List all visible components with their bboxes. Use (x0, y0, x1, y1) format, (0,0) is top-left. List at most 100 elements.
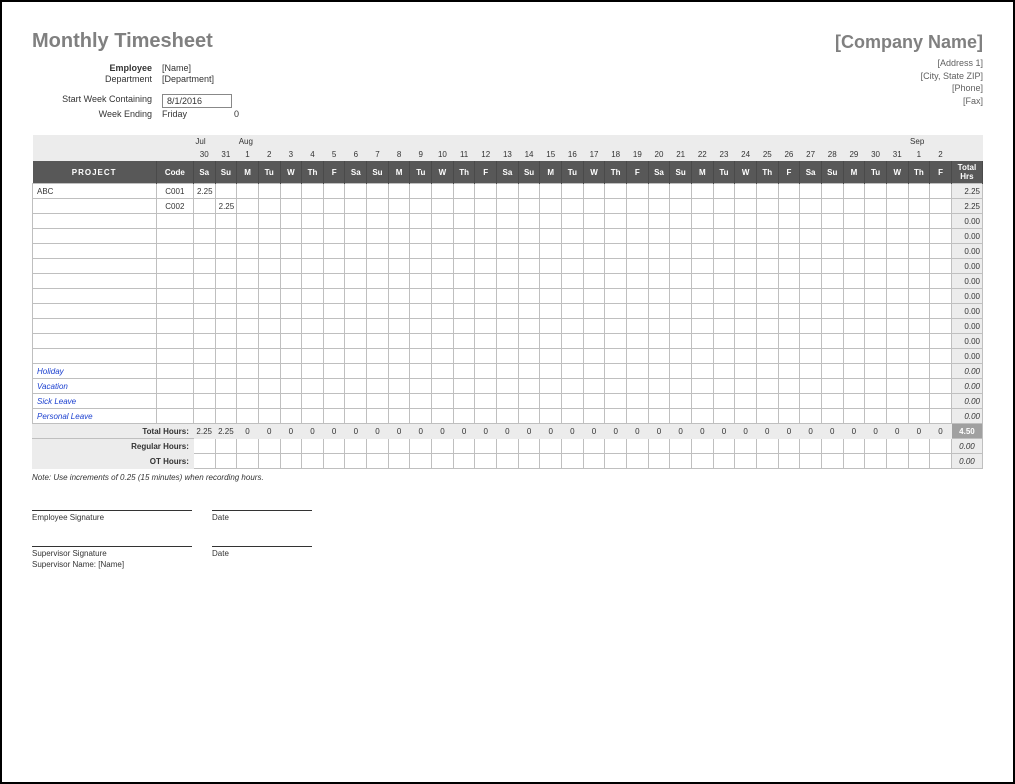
hours-cell[interactable] (930, 199, 952, 214)
start-week-input[interactable]: 8/1/2016 (162, 94, 232, 108)
hours-cell[interactable] (843, 184, 865, 199)
hours-cell[interactable] (518, 319, 540, 334)
hours-cell[interactable] (562, 199, 584, 214)
hours-cell[interactable] (345, 214, 367, 229)
hours-cell[interactable] (475, 214, 497, 229)
ot-hours-cell[interactable] (237, 454, 259, 469)
hours-cell[interactable] (691, 274, 713, 289)
hours-cell[interactable] (302, 199, 324, 214)
hours-cell[interactable] (497, 244, 519, 259)
hours-cell[interactable] (713, 319, 735, 334)
hours-cell[interactable] (735, 184, 757, 199)
hours-cell[interactable] (800, 214, 822, 229)
hours-cell[interactable] (410, 289, 432, 304)
hours-cell[interactable] (930, 214, 952, 229)
hours-cell[interactable] (302, 304, 324, 319)
hours-cell[interactable] (713, 244, 735, 259)
regular-hours-cell[interactable] (648, 439, 670, 454)
hours-cell[interactable] (627, 304, 649, 319)
leave-hours-cell[interactable] (280, 394, 302, 409)
hours-cell[interactable] (886, 229, 908, 244)
hours-cell[interactable] (258, 304, 280, 319)
hours-cell[interactable] (302, 334, 324, 349)
ot-hours-cell[interactable] (843, 454, 865, 469)
hours-cell[interactable] (323, 214, 345, 229)
leave-hours-cell[interactable] (865, 394, 887, 409)
ot-hours-cell[interactable] (756, 454, 778, 469)
hours-cell[interactable] (800, 184, 822, 199)
hours-cell[interactable] (258, 244, 280, 259)
hours-cell[interactable] (930, 184, 952, 199)
leave-hours-cell[interactable] (778, 409, 800, 424)
hours-cell[interactable] (930, 274, 952, 289)
leave-hours-cell[interactable] (475, 379, 497, 394)
hours-cell[interactable] (237, 214, 259, 229)
leave-hours-cell[interactable] (886, 379, 908, 394)
hours-cell[interactable] (648, 334, 670, 349)
leave-hours-cell[interactable] (735, 394, 757, 409)
hours-cell[interactable] (237, 319, 259, 334)
hours-cell[interactable] (453, 229, 475, 244)
leave-hours-cell[interactable] (410, 379, 432, 394)
leave-hours-cell[interactable] (670, 379, 692, 394)
leave-hours-cell[interactable] (648, 379, 670, 394)
hours-cell[interactable] (908, 184, 930, 199)
ot-hours-cell[interactable] (475, 454, 497, 469)
hours-cell[interactable] (886, 274, 908, 289)
hours-cell[interactable] (778, 319, 800, 334)
hours-cell[interactable] (302, 274, 324, 289)
regular-hours-cell[interactable] (821, 439, 843, 454)
leave-hours-cell[interactable] (800, 379, 822, 394)
hours-cell[interactable] (908, 229, 930, 244)
hours-cell[interactable] (367, 199, 389, 214)
leave-hours-cell[interactable] (540, 394, 562, 409)
leave-hours-cell[interactable] (843, 394, 865, 409)
hours-cell[interactable] (432, 244, 454, 259)
hours-cell[interactable] (302, 319, 324, 334)
hours-cell[interactable] (605, 259, 627, 274)
hours-cell[interactable] (475, 184, 497, 199)
leave-hours-cell[interactable] (432, 409, 454, 424)
hours-cell[interactable] (410, 184, 432, 199)
hours-cell[interactable] (388, 184, 410, 199)
leave-hours-cell[interactable] (497, 379, 519, 394)
hours-cell[interactable] (735, 274, 757, 289)
leave-hours-cell[interactable] (648, 364, 670, 379)
hours-cell[interactable] (475, 259, 497, 274)
hours-cell[interactable] (908, 274, 930, 289)
leave-hours-cell[interactable] (735, 379, 757, 394)
hours-cell[interactable] (453, 214, 475, 229)
hours-cell[interactable] (865, 304, 887, 319)
hours-cell[interactable] (930, 244, 952, 259)
regular-hours-cell[interactable] (345, 439, 367, 454)
hours-cell[interactable] (497, 304, 519, 319)
hours-cell[interactable] (323, 259, 345, 274)
hours-cell[interactable] (258, 319, 280, 334)
leave-hours-cell[interactable] (280, 364, 302, 379)
hours-cell[interactable] (475, 304, 497, 319)
code-cell[interactable] (156, 229, 193, 244)
leave-hours-cell[interactable] (735, 364, 757, 379)
regular-hours-cell[interactable] (627, 439, 649, 454)
hours-cell[interactable] (886, 289, 908, 304)
hours-cell[interactable] (800, 319, 822, 334)
hours-cell[interactable] (627, 259, 649, 274)
regular-hours-cell[interactable] (930, 439, 952, 454)
leave-hours-cell[interactable] (497, 364, 519, 379)
leave-hours-cell[interactable] (800, 394, 822, 409)
hours-cell[interactable] (691, 349, 713, 364)
leave-hours-cell[interactable] (410, 409, 432, 424)
hours-cell[interactable] (930, 229, 952, 244)
hours-cell[interactable] (280, 304, 302, 319)
leave-hours-cell[interactable] (237, 409, 259, 424)
regular-hours-cell[interactable] (388, 439, 410, 454)
hours-cell[interactable] (345, 304, 367, 319)
project-cell[interactable] (33, 334, 157, 349)
hours-cell[interactable] (432, 184, 454, 199)
hours-cell[interactable] (237, 289, 259, 304)
hours-cell[interactable] (388, 259, 410, 274)
leave-hours-cell[interactable] (540, 379, 562, 394)
leave-hours-cell[interactable] (843, 379, 865, 394)
hours-cell[interactable] (735, 304, 757, 319)
hours-cell[interactable] (388, 289, 410, 304)
